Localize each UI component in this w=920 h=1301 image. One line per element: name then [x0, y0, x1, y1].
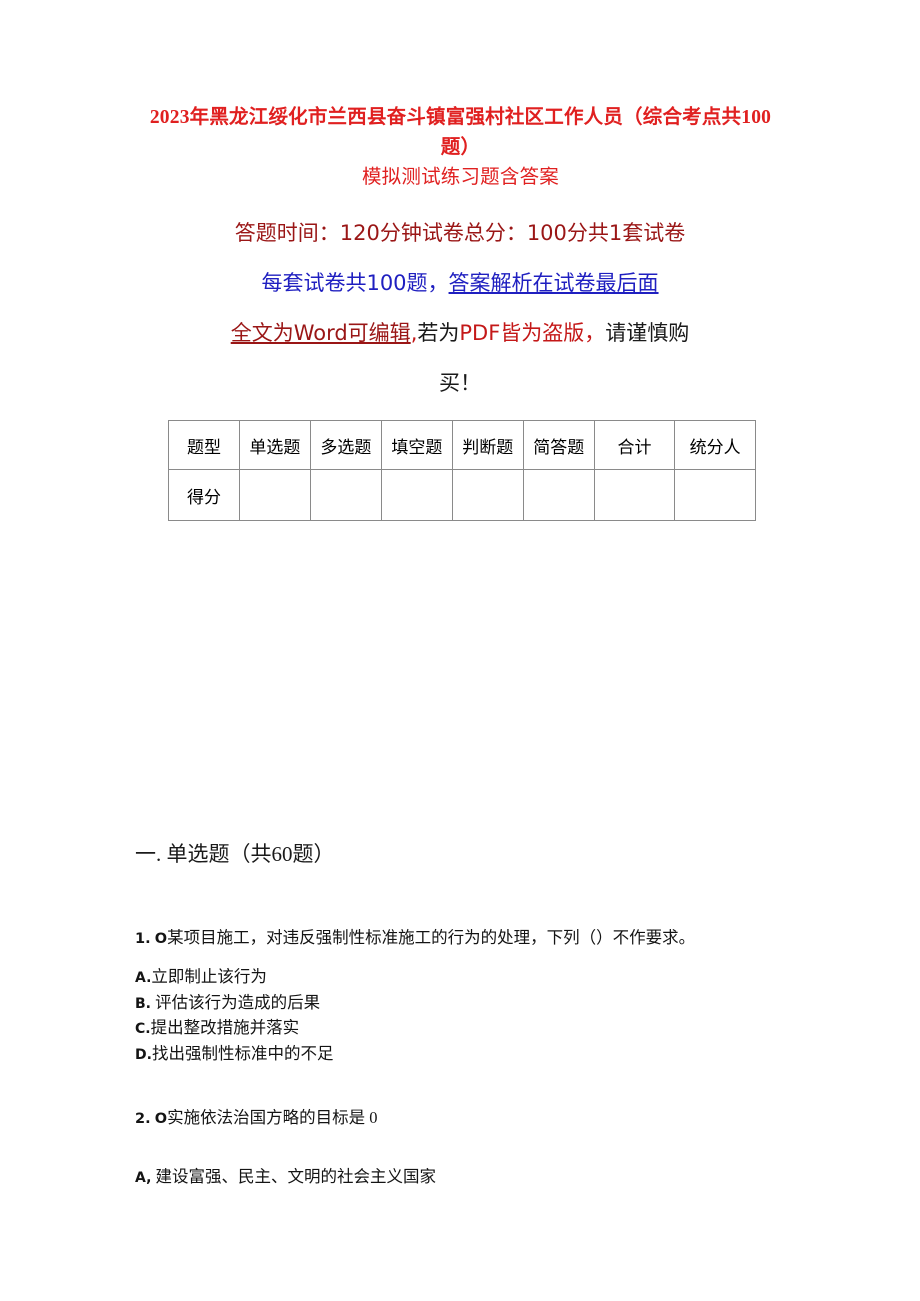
option-key: D. [135, 1046, 152, 1063]
document-title-line1: 2023年黑龙江绥化市兰西县奋斗镇富强村社区工作人员（综合考点共100题） [149, 107, 772, 158]
option-text: 立即制止该行为 [151, 967, 267, 986]
question-option[interactable]: D.找出强制性标准中的不足 [135, 1042, 795, 1068]
score-table-header-cell: 填空题 [380, 420, 453, 470]
notice-line-time-score: 答题时间：120分钟试卷总分：100分共1套试卷 [234, 221, 686, 245]
question-marker: O [154, 1111, 168, 1127]
notice-answer-link[interactable]: 答案解析在试卷最后面 [449, 271, 659, 295]
question-number: 1. [135, 931, 151, 947]
score-table-score-cell[interactable] [451, 469, 524, 521]
score-table-header-cell: 合计 [593, 420, 676, 470]
notice-word-editable-link[interactable]: 全文为Word可编辑 [231, 321, 411, 345]
notice-caution-buy: 请谨慎购 [605, 321, 690, 345]
notice-if: 若为 [417, 321, 460, 345]
option-key: B. [135, 995, 151, 1012]
question-list: 1. O某项目施工，对违反强制性标准施工的行为的处理，下列（）不作要求。 A.立… [135, 925, 795, 1209]
score-table: 题型 单选题 多选题 填空题 判断题 简答题 合计 统分人 得分 [168, 420, 756, 521]
question-option[interactable]: B. 评估该行为造成的后果 [135, 991, 795, 1017]
score-table-header-cell: 简答题 [522, 420, 595, 470]
document-title: 2023年黑龙江绥化市兰西县奋斗镇富强村社区工作人员（综合考点共100题） 模拟… [148, 103, 773, 193]
score-table-score-cell[interactable] [380, 469, 453, 521]
question-option[interactable]: A, 建设富强、民主、文明的社会主义国家 [135, 1165, 795, 1191]
score-table-score-row: 得分 [168, 469, 756, 521]
option-text: 建设富强、民主、文明的社会主义国家 [151, 1167, 437, 1186]
question-stem: 1. O某项目施工，对违反强制性标准施工的行为的处理，下列（）不作要求。 [135, 925, 795, 952]
score-table-header-cell: 题型 [168, 420, 240, 470]
score-table-header-cell: 统分人 [674, 420, 756, 470]
exam-notice-block: 答题时间：120分钟试卷总分：100分共1套试卷 每套试卷共100题，答案解析在… [140, 208, 780, 408]
question-number: 2. [135, 1111, 151, 1127]
score-table-score-cell[interactable] [674, 469, 756, 521]
document-title-line2: 模拟测试练习题含答案 [361, 167, 559, 188]
notice-line-answer-location: 每套试卷共100题，答案解析在试卷最后面 [140, 258, 780, 308]
score-table-row-label: 得分 [168, 469, 240, 521]
score-table-header-cell: 单选题 [238, 420, 311, 470]
question-spacer [135, 1145, 795, 1165]
score-table-header-cell: 多选题 [309, 420, 382, 470]
notice-line-buy-end: 买！ [439, 371, 481, 395]
score-table-header-row: 题型 单选题 多选题 填空题 判断题 简答题 合计 统分人 [168, 420, 756, 470]
question-option[interactable]: C.提出整改措施并落实 [135, 1016, 795, 1042]
option-text: 找出强制性标准中的不足 [151, 1043, 334, 1063]
notice-line-format-warning: 全文为Word可编辑,若为PDF皆为盗版，请谨慎购 [140, 308, 780, 358]
notice-questions-count: 每套试卷共100题， [261, 271, 449, 295]
score-table-score-cell[interactable] [238, 469, 311, 521]
question-spacer [135, 1085, 795, 1105]
option-key: A, [135, 1170, 152, 1186]
question-stem-text: 某项目施工，对违反强制性标准施工的行为的处理，下列（）不作要求。 [167, 928, 696, 947]
score-table-header-cell: 判断题 [451, 420, 524, 470]
option-text: 提出整改措施并落实 [150, 1018, 300, 1037]
score-table-score-cell[interactable] [522, 469, 595, 521]
notice-pdf-piracy: PDF皆为盗版， [459, 321, 606, 345]
question-item: 1. O某项目施工，对违反强制性标准施工的行为的处理，下列（）不作要求。 A.立… [135, 925, 795, 1067]
option-key: A. [135, 970, 152, 986]
question-item: 2. O实施依法治国方略的目标是 0 A, 建设富强、民主、文明的社会主义国家 [135, 1105, 795, 1191]
score-table-score-cell[interactable] [309, 469, 382, 521]
question-marker: O [154, 931, 168, 947]
score-table-score-cell[interactable] [593, 469, 676, 521]
section-heading-single-choice: 一. 单选题（共60题） [135, 842, 335, 866]
document-page: 2023年黑龙江绥化市兰西县奋斗镇富强村社区工作人员（综合考点共100题） 模拟… [0, 0, 920, 1301]
question-stem-text: 实施依法治国方略的目标是 0 [167, 1108, 378, 1127]
question-option[interactable]: A.立即制止该行为 [135, 965, 795, 991]
option-text: 评估该行为造成的后果 [151, 992, 321, 1012]
question-stem: 2. O实施依法治国方略的目标是 0 [135, 1105, 795, 1132]
option-key: C. [135, 1021, 151, 1037]
